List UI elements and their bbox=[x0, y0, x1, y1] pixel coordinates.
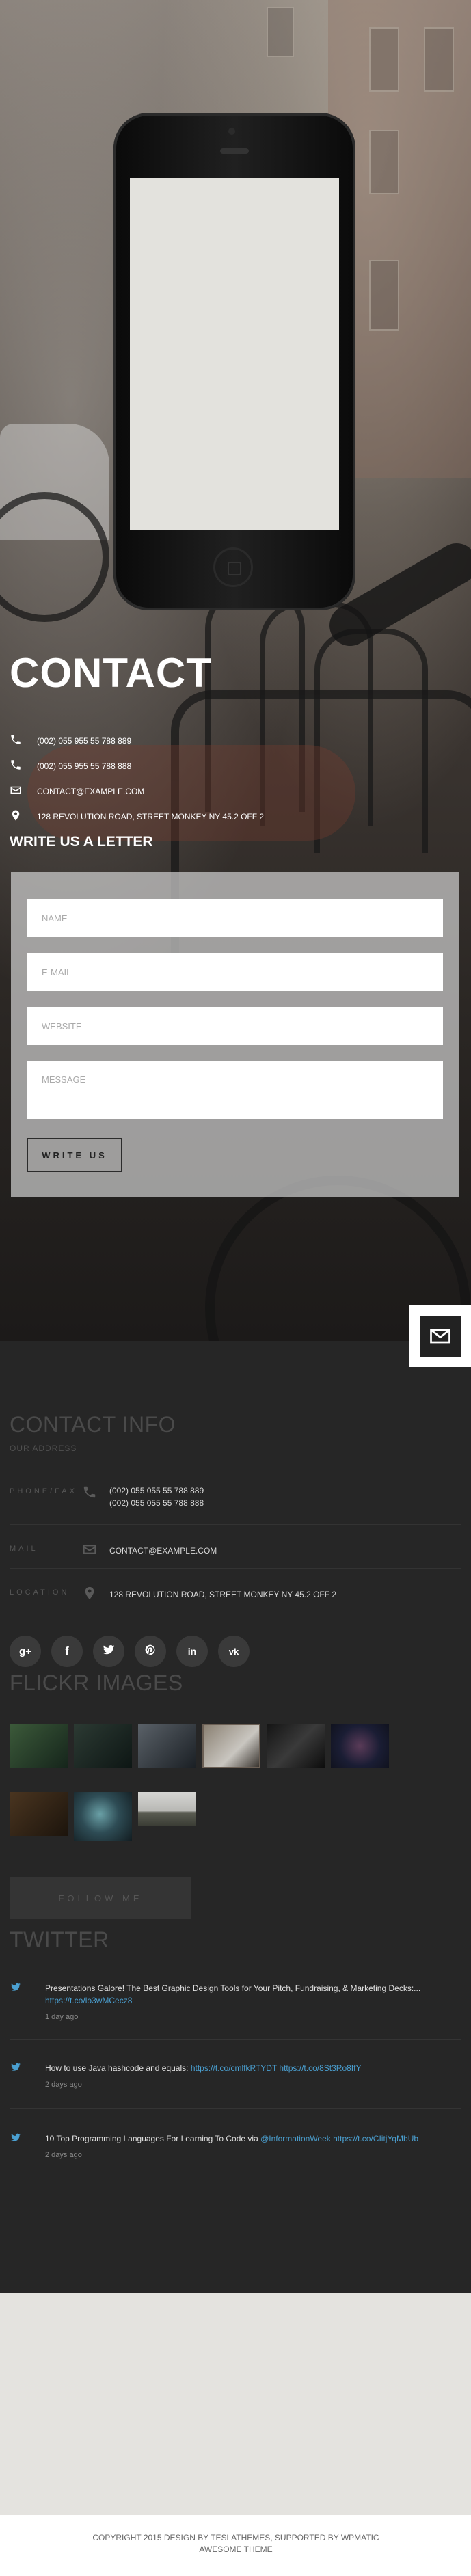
twitter-button[interactable] bbox=[93, 1636, 124, 1667]
email-field[interactable] bbox=[27, 953, 443, 991]
contact-info-title: CONTACT INFO bbox=[10, 1412, 176, 1437]
email-value[interactable]: CONTACT@EXAMPLE.COM bbox=[109, 1545, 217, 1557]
phone-home-button bbox=[213, 547, 253, 587]
phone-icon bbox=[82, 1484, 97, 1500]
facebook-button[interactable]: f bbox=[51, 1636, 83, 1667]
flickr-thumbnail[interactable] bbox=[138, 1724, 196, 1768]
copyright-line: COPYRIGHT 2015 DESIGN BY TESLATHEMES, SU… bbox=[92, 2533, 379, 2543]
mail-row: MAIL CONTACT@EXAMPLE.COM bbox=[10, 1535, 461, 1569]
twitter-title: TWITTER bbox=[10, 1927, 109, 1952]
tweet-text: Presentations Galore! The Best Graphic D… bbox=[45, 1982, 448, 2023]
contact-hero: CONTACT (002) 055 955 55 788 889 (002) 0… bbox=[0, 0, 471, 1341]
flickr-thumbnail[interactable] bbox=[74, 1724, 132, 1768]
tweet-text: How to use Java hashcode and equals: htt… bbox=[45, 2062, 448, 2091]
mail-label: MAIL bbox=[10, 1545, 38, 1553]
tweet-date: 2 days ago bbox=[45, 2151, 82, 2159]
google-plus-button[interactable]: g+ bbox=[10, 1636, 41, 1667]
phone-values: (002) 055 055 55 788 889 (002) 055 055 5… bbox=[109, 1484, 204, 1509]
location-label: LOCATION bbox=[10, 1588, 70, 1597]
phone-icon bbox=[10, 759, 22, 773]
pinterest-button[interactable] bbox=[135, 1636, 166, 1667]
google-plus-icon: g+ bbox=[19, 1645, 31, 1657]
phone-fax-row: PHONE/FAX (002) 055 055 55 788 889 (002)… bbox=[10, 1483, 461, 1525]
envelope-icon bbox=[420, 1316, 461, 1357]
divider bbox=[10, 2108, 461, 2109]
envelope-icon bbox=[10, 784, 22, 798]
follow-me-button[interactable]: FOLLOW ME bbox=[10, 1877, 191, 1919]
hero-address-value: 128 REVOLUTION ROAD, STREET MONKEY NY 45… bbox=[37, 811, 265, 822]
tweet-body: Presentations Galore! The Best Graphic D… bbox=[45, 1983, 421, 1993]
address-value: 128 REVOLUTION ROAD, STREET MONKEY NY 45… bbox=[109, 1590, 337, 1599]
flickr-thumbnail[interactable] bbox=[10, 1792, 68, 1836]
flickr-thumbnail[interactable] bbox=[267, 1724, 325, 1768]
flickr-thumbnail[interactable] bbox=[10, 1724, 68, 1768]
hero-email-row: CONTACT@EXAMPLE.COM bbox=[10, 784, 144, 798]
background-window bbox=[369, 130, 399, 194]
twitter-bird-icon bbox=[10, 1982, 22, 1992]
flickr-thumbnail[interactable] bbox=[331, 1724, 389, 1768]
phone-screen bbox=[130, 178, 339, 530]
address-subtitle: OUR ADDRESS bbox=[10, 1443, 77, 1453]
website-field[interactable] bbox=[27, 1007, 443, 1045]
tweet-date: 1 day ago bbox=[45, 2013, 79, 2021]
flickr-thumbnail[interactable] bbox=[202, 1724, 260, 1768]
tweet-date: 2 days ago bbox=[45, 2080, 82, 2089]
tweet-text: 10 Top Programming Languages For Learnin… bbox=[45, 2132, 448, 2161]
message-field[interactable] bbox=[27, 1061, 443, 1119]
twitter-bird-icon bbox=[10, 2062, 22, 2072]
phone-speaker bbox=[220, 148, 249, 154]
tweet-body: 10 Top Programming Languages For Learnin… bbox=[45, 2134, 258, 2143]
phone-icon bbox=[10, 733, 22, 748]
location-pin-icon bbox=[10, 809, 22, 824]
hero-phone-row: (002) 055 955 55 788 888 bbox=[10, 759, 131, 773]
copyright-line: AWESOME THEME bbox=[199, 2545, 273, 2554]
page-title: CONTACT bbox=[10, 650, 212, 696]
phone-value[interactable]: (002) 055 055 55 788 888 bbox=[109, 1497, 204, 1509]
background-window bbox=[267, 7, 294, 57]
flickr-thumbnail[interactable] bbox=[138, 1792, 196, 1826]
pinterest-icon bbox=[144, 1644, 157, 1659]
vk-button[interactable]: vk bbox=[218, 1636, 250, 1667]
background-window bbox=[424, 27, 454, 92]
copyright: COPYRIGHT 2015 DESIGN BY TESLATHEMES, SU… bbox=[82, 2532, 390, 2555]
contact-form: WRITE US bbox=[11, 872, 459, 1197]
tweet-link[interactable]: https://t.co/lo3wMCecz8 bbox=[45, 1996, 132, 2005]
tweet-link[interactable]: https://t.co/cmlfkRTYDT https://t.co/8St… bbox=[191, 2063, 362, 2073]
phone-camera bbox=[228, 128, 235, 135]
linkedin-icon: in bbox=[187, 1646, 197, 1657]
divider bbox=[10, 2039, 461, 2040]
linkedin-button[interactable]: in bbox=[176, 1636, 208, 1667]
location-row: LOCATION 128 REVOLUTION ROAD, STREET MON… bbox=[10, 1579, 461, 1612]
location-pin-icon bbox=[82, 1586, 97, 1601]
form-title: WRITE US A LETTER bbox=[10, 834, 153, 850]
envelope-icon bbox=[82, 1542, 97, 1557]
hero-address-row: 128 REVOLUTION ROAD, STREET MONKEY NY 45… bbox=[10, 809, 264, 824]
hero-phone-value[interactable]: (002) 055 955 55 788 889 bbox=[37, 736, 131, 746]
phone-mockup bbox=[113, 113, 355, 610]
background-window bbox=[369, 27, 399, 92]
background-window bbox=[369, 260, 399, 331]
facebook-icon: f bbox=[65, 1644, 69, 1657]
phone-value[interactable]: (002) 055 055 55 788 889 bbox=[109, 1484, 204, 1497]
hero-phone-value[interactable]: (002) 055 955 55 788 888 bbox=[37, 761, 131, 771]
vk-icon: vk bbox=[228, 1646, 239, 1657]
hero-phone-row: (002) 055 955 55 788 889 bbox=[10, 733, 131, 748]
twitter-icon bbox=[103, 1644, 115, 1659]
flickr-title: FLICKR IMAGES bbox=[10, 1670, 183, 1695]
write-us-button[interactable]: WRITE US bbox=[27, 1138, 122, 1172]
phone-fax-label: PHONE/FAX bbox=[10, 1487, 77, 1495]
name-field[interactable] bbox=[27, 899, 443, 937]
hero-email-value[interactable]: CONTACT@EXAMPLE.COM bbox=[37, 787, 144, 796]
flickr-thumbnail[interactable] bbox=[74, 1792, 132, 1841]
contact-info-section: CONTACT INFO OUR ADDRESS PHONE/FAX (002)… bbox=[0, 1341, 471, 2293]
mail-badge-button[interactable] bbox=[409, 1305, 471, 1367]
tweet-link[interactable]: @InformationWeek https://t.co/CIitjYqMbU… bbox=[260, 2134, 418, 2143]
tweet-body: How to use Java hashcode and equals: bbox=[45, 2063, 189, 2073]
twitter-bird-icon bbox=[10, 2132, 22, 2143]
